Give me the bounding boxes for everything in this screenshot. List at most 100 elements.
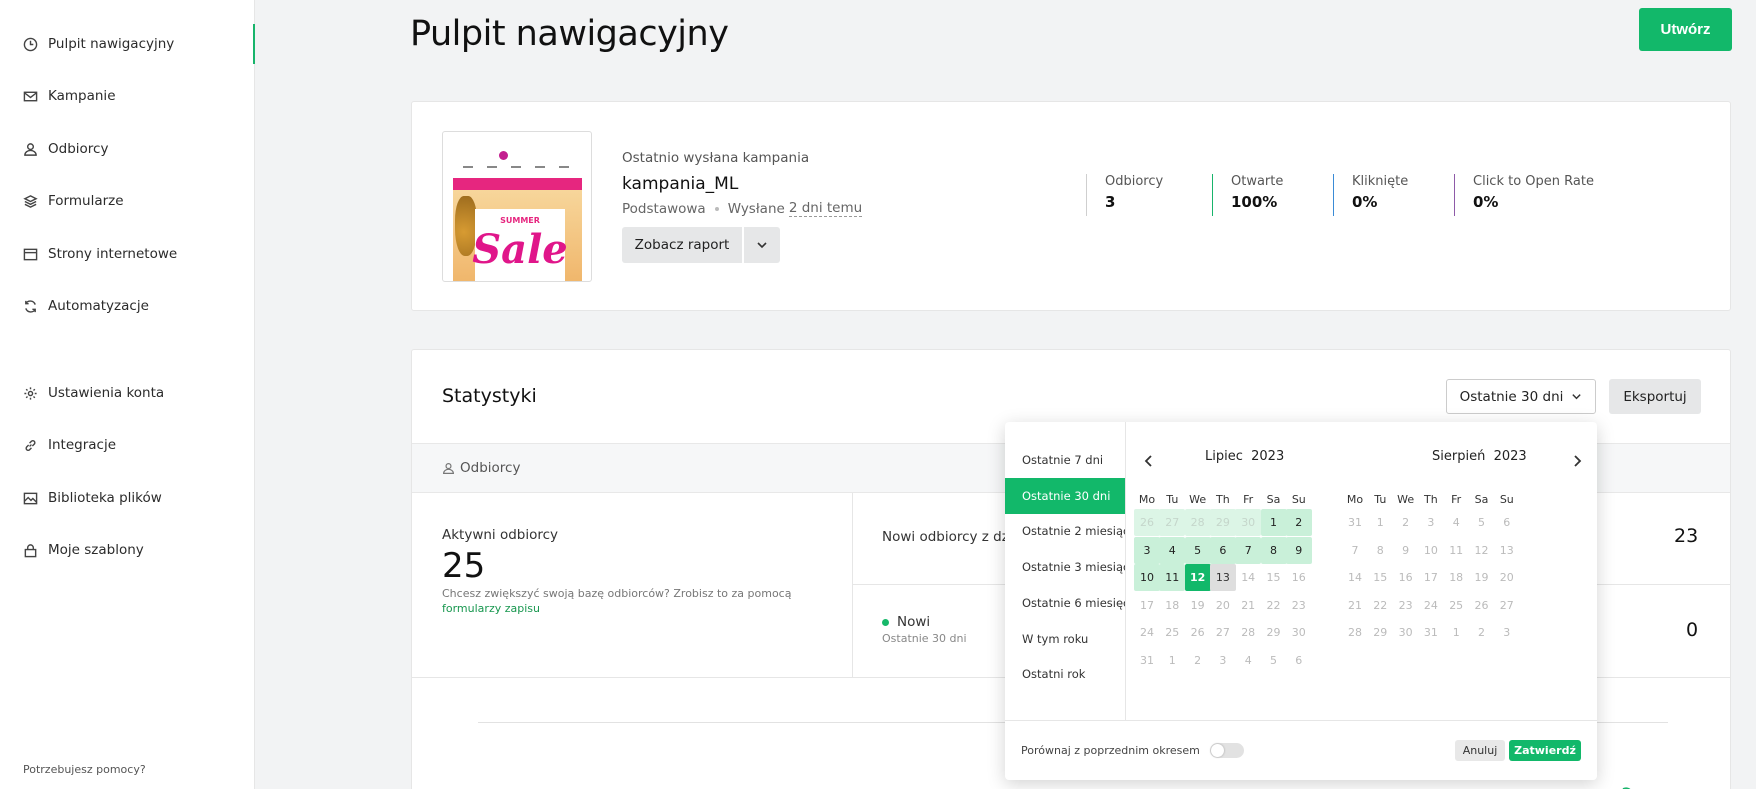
calendar-day[interactable]: 26 xyxy=(1134,509,1160,536)
cancel-button[interactable]: Anuluj xyxy=(1455,740,1505,761)
calendar-day[interactable]: 24 xyxy=(1134,619,1160,646)
sidebar-item-campaigns[interactable]: Kampanie xyxy=(0,76,255,116)
calendar-day[interactable]: 22 xyxy=(1367,592,1393,619)
calendar-day[interactable]: 2 xyxy=(1285,509,1312,536)
calendar-day[interactable]: 2 xyxy=(1469,619,1495,646)
date-range-dropdown[interactable]: Ostatnie 30 dni xyxy=(1446,379,1596,414)
calendar-day[interactable]: 21 xyxy=(1235,592,1261,619)
recipients-tab[interactable]: Odbiorcy xyxy=(442,460,520,476)
campaign-thumbnail[interactable]: SUMMER Sale xyxy=(442,131,592,282)
sidebar-item-dashboard[interactable]: Pulpit nawigacyjny xyxy=(0,24,255,64)
calendar-day[interactable]: 12 xyxy=(1184,564,1211,591)
sidebar-item-forms[interactable]: Formularze xyxy=(0,181,255,221)
preset-6-months[interactable]: Ostatnie 6 miesięcy xyxy=(1005,585,1125,621)
calendar-day[interactable]: 17 xyxy=(1134,592,1160,619)
preset-2-months[interactable]: Ostatnie 2 miesiące xyxy=(1005,513,1125,549)
calendar-day[interactable]: 3 xyxy=(1494,619,1520,646)
next-month-button[interactable] xyxy=(1571,452,1583,467)
sidebar-item-account-settings[interactable]: Ustawienia konta xyxy=(0,373,255,413)
signup-forms-link[interactable]: formularzy zapisu xyxy=(442,602,540,615)
calendar-day[interactable]: 13 xyxy=(1494,537,1520,564)
calendar-day[interactable]: 1 xyxy=(1443,619,1469,646)
calendar-day[interactable]: 30 xyxy=(1393,619,1419,646)
calendar-day[interactable]: 26 xyxy=(1185,619,1211,646)
view-report-button[interactable]: Zobacz raport xyxy=(622,227,742,263)
calendar-day[interactable]: 30 xyxy=(1286,619,1312,646)
calendar-day[interactable]: 22 xyxy=(1261,592,1287,619)
calendar-day[interactable]: 16 xyxy=(1393,564,1419,591)
calendar-day[interactable]: 6 xyxy=(1494,509,1520,536)
calendar-day[interactable]: 21 xyxy=(1342,592,1368,619)
calendar-day[interactable]: 25 xyxy=(1159,619,1185,646)
calendar-day[interactable]: 31 xyxy=(1134,647,1160,674)
export-button[interactable]: Eksportuj xyxy=(1609,379,1701,414)
sidebar-item-templates[interactable]: Moje szablony xyxy=(0,530,255,570)
calendar-day[interactable]: 23 xyxy=(1286,592,1312,619)
report-dropdown-button[interactable] xyxy=(744,227,780,263)
calendar-day[interactable]: 29 xyxy=(1209,509,1236,536)
calendar-day[interactable]: 5 xyxy=(1261,647,1287,674)
calendar-day[interactable]: 23 xyxy=(1393,592,1419,619)
calendar-day[interactable]: 3 xyxy=(1210,647,1236,674)
calendar-day[interactable]: 18 xyxy=(1159,592,1185,619)
sidebar-item-file-library[interactable]: Biblioteka plików xyxy=(0,478,255,518)
calendar-day[interactable]: 6 xyxy=(1286,647,1312,674)
help-link[interactable]: Potrzebujesz pomocy? xyxy=(23,763,146,776)
calendar-day[interactable]: 3 xyxy=(1418,509,1444,536)
calendar-day[interactable]: 20 xyxy=(1210,592,1236,619)
preset-30-days[interactable]: Ostatnie 30 dni xyxy=(1005,478,1125,514)
calendar-day[interactable]: 8 xyxy=(1260,536,1287,564)
calendar-day[interactable]: 27 xyxy=(1210,619,1236,646)
calendar-day[interactable]: 31 xyxy=(1342,509,1368,536)
confirm-button[interactable]: Zatwierdź xyxy=(1509,740,1581,761)
calendar-day[interactable]: 10 xyxy=(1134,564,1160,591)
calendar-day[interactable]: 26 xyxy=(1469,592,1495,619)
calendar-day[interactable]: 2 xyxy=(1185,647,1211,674)
calendar-day[interactable]: 4 xyxy=(1235,647,1261,674)
sidebar-item-recipients[interactable]: Odbiorcy xyxy=(0,129,255,169)
calendar-day[interactable]: 27 xyxy=(1159,509,1186,536)
calendar-day[interactable]: 28 xyxy=(1235,619,1261,646)
calendar-day[interactable]: 9 xyxy=(1393,537,1419,564)
prev-month-button[interactable] xyxy=(1143,452,1155,467)
calendar-day[interactable]: 6 xyxy=(1209,536,1236,564)
calendar-day[interactable]: 19 xyxy=(1185,592,1211,619)
calendar-day[interactable]: 1 xyxy=(1367,509,1393,536)
calendar-day[interactable]: 15 xyxy=(1261,564,1287,591)
calendar-day[interactable]: 5 xyxy=(1184,536,1211,564)
sidebar-item-integrations[interactable]: Integracje xyxy=(0,425,255,465)
calendar-day[interactable]: 14 xyxy=(1235,564,1261,591)
calendar-day[interactable]: 4 xyxy=(1443,509,1469,536)
calendar-day[interactable]: 4 xyxy=(1159,536,1186,564)
calendar-day[interactable]: 8 xyxy=(1367,537,1393,564)
calendar-day[interactable]: 30 xyxy=(1235,509,1262,536)
create-button[interactable]: Utwórz xyxy=(1639,8,1732,51)
compare-toggle[interactable] xyxy=(1209,743,1244,758)
calendar-day[interactable]: 16 xyxy=(1286,564,1312,591)
calendar-day[interactable]: 28 xyxy=(1184,509,1211,536)
calendar-day[interactable]: 7 xyxy=(1342,537,1368,564)
sidebar-item-automations[interactable]: Automatyzacje xyxy=(0,286,255,326)
calendar-day[interactable]: 3 xyxy=(1134,536,1160,564)
calendar-day[interactable]: 10 xyxy=(1418,537,1444,564)
preset-this-year[interactable]: W tym roku xyxy=(1005,621,1125,657)
calendar-day[interactable]: 11 xyxy=(1159,564,1186,591)
calendar-day[interactable]: 14 xyxy=(1342,564,1368,591)
calendar-day[interactable]: 13 xyxy=(1209,564,1236,591)
calendar-day[interactable]: 15 xyxy=(1367,564,1393,591)
calendar-day[interactable]: 19 xyxy=(1469,564,1495,591)
calendar-day[interactable]: 9 xyxy=(1285,536,1312,564)
calendar-day[interactable]: 31 xyxy=(1418,619,1444,646)
preset-7-days[interactable]: Ostatnie 7 dni xyxy=(1005,442,1125,478)
preset-3-months[interactable]: Ostatnie 3 miesiące xyxy=(1005,549,1125,585)
sidebar-item-websites[interactable]: Strony internetowe xyxy=(0,234,255,274)
calendar-day[interactable]: 12 xyxy=(1469,537,1495,564)
calendar-day[interactable]: 29 xyxy=(1261,619,1287,646)
calendar-day[interactable]: 24 xyxy=(1418,592,1444,619)
calendar-day[interactable]: 28 xyxy=(1342,619,1368,646)
preset-last-year[interactable]: Ostatni rok xyxy=(1005,656,1125,692)
calendar-day[interactable]: 27 xyxy=(1494,592,1520,619)
calendar-day[interactable]: 17 xyxy=(1418,564,1444,591)
calendar-day[interactable]: 5 xyxy=(1469,509,1495,536)
calendar-day[interactable]: 25 xyxy=(1443,592,1469,619)
